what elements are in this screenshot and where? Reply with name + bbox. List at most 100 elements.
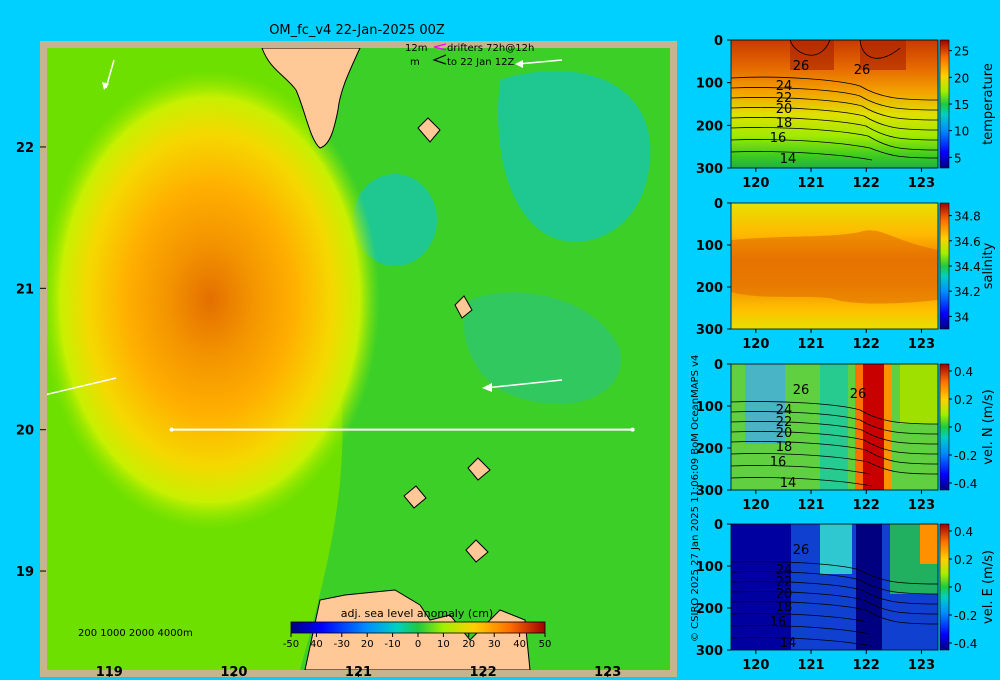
map-ytick-label: 19: [16, 565, 34, 580]
contour-label: 18: [776, 440, 793, 455]
transect-end-point: [630, 427, 635, 432]
panel-colorbar: [939, 363, 950, 491]
panel-ytick-label: 100: [696, 77, 723, 92]
panel-colorbar-label: 34: [954, 310, 969, 324]
vel-n-jet-edge-2: [884, 364, 892, 490]
contour-label: 18: [776, 116, 793, 131]
panel-colorbar-label: -0.2: [954, 609, 977, 623]
panel-xtick-label: 120: [742, 498, 769, 513]
section-panels: 26 26242220181614 26 26242220181614 2624…: [696, 34, 996, 673]
contour-label: 14: [780, 152, 797, 167]
panel-temperature: 26 26242220181614: [730, 39, 939, 168]
panel-ytick-label: 0: [714, 34, 723, 49]
colorbar-tick-label: 10: [437, 639, 450, 650]
panel-colorbar-label: 0.4: [954, 365, 973, 379]
panel-xtick-label: 121: [797, 337, 824, 352]
panel-ytick-label: 100: [696, 239, 723, 254]
panel-xtick-label: 120: [742, 176, 769, 191]
panel-colorbar-label: 15: [954, 98, 969, 112]
colorbar-tick-label: 50: [539, 639, 552, 650]
contour-label: 14: [780, 476, 797, 491]
colorbar-tick-label: 0: [415, 639, 421, 650]
panel-colorbar-label: 0.4: [954, 525, 973, 539]
panel-colorbar-label: 34.6: [954, 235, 981, 249]
panel-xtick-label: 121: [797, 658, 824, 673]
map-ytick-label: 22: [16, 141, 34, 156]
map-xtick-label: 120: [220, 665, 247, 680]
panel-colorbar-label: 20: [954, 71, 969, 85]
panel-quantity-label: vel. E (m/s): [981, 550, 996, 624]
panel-colorbar-label: 25: [954, 45, 969, 59]
map-title: OM_fc_v4 22-Jan-2025 00Z: [269, 23, 445, 38]
panel-ytick-label: 200: [696, 281, 723, 296]
panel-colorbar-label: 0: [954, 581, 962, 595]
map-panel: 12m drifters 72h@12h m to 22 Jan 12Z 20 0…: [16, 41, 677, 680]
panel-colorbar-label: -0.4: [954, 477, 977, 491]
contour-label: 26: [793, 383, 810, 398]
panel-colorbar-label: 34.2: [954, 285, 981, 299]
contour-label: 14: [780, 636, 797, 651]
panel-colorbar: [939, 39, 950, 169]
legend-depth-m: m: [410, 57, 420, 68]
contour-label: 26: [854, 63, 871, 78]
map-ytick-label: 21: [16, 282, 34, 297]
panel-ytick-label: 300: [696, 644, 723, 659]
legend-depth-12m: 12m: [405, 43, 427, 54]
contour-label: 16: [770, 455, 787, 470]
panel-colorbar-label: 34.8: [954, 210, 981, 224]
panel-ytick-label: 300: [696, 162, 723, 177]
vel-e-band-1: [820, 524, 852, 574]
transect-start-point: [169, 427, 174, 432]
panel-ytick-label: 0: [714, 197, 723, 212]
panel-vel-n: 26 26242220181614: [730, 364, 939, 491]
map-xtick-label: 123: [594, 665, 621, 680]
panel-colorbar-label: 5: [954, 151, 962, 165]
contour-label: 18: [776, 600, 793, 615]
colorbar-ramp: [290, 621, 546, 634]
colorbar-tick-label: -50: [283, 639, 299, 650]
vel-e-westward-jet: [856, 524, 882, 650]
panel-xtick-label: 121: [797, 176, 824, 191]
panel-salinity: [731, 203, 938, 329]
panel-colorbar-label: -0.4: [954, 637, 977, 651]
panel-colorbar: [939, 202, 950, 330]
contour-label: 16: [770, 615, 787, 630]
vel-e-eastward-edge: [920, 524, 938, 564]
vel-n-northward-jet: [862, 364, 884, 490]
legend-period-label: to 22 Jan 12Z: [447, 57, 514, 68]
panel-quantity-label: temperature: [981, 63, 996, 145]
panel-xtick-label: 122: [853, 658, 880, 673]
vel-n-east-field: [900, 364, 938, 424]
panel-colorbar-label: -0.2: [954, 449, 977, 463]
map-xtick-label: 119: [96, 665, 123, 680]
panel-colorbar-label: 0.2: [954, 393, 973, 407]
panel-ytick-label: 0: [714, 358, 723, 373]
panel-xtick-label: 120: [742, 337, 769, 352]
colorbar-tick-label: 30: [488, 639, 501, 650]
colorbar-label: adj. sea level anomaly (cm): [341, 607, 493, 620]
panel-xtick-label: 123: [908, 337, 935, 352]
panel-colorbar-label: 0.2: [954, 553, 973, 567]
panel-colorbar-label: 34.4: [954, 260, 981, 274]
legend-drifters-label: drifters 72h@12h: [447, 43, 534, 54]
panel-xtick-label: 123: [908, 498, 935, 513]
colorbar-tick-label: 20: [462, 639, 475, 650]
figure-canvas: OM_fc_v4 22-Jan-2025 00Z 12m drifters 72…: [16, 23, 996, 680]
panel-quantity-label: vel. N (m/s): [981, 389, 996, 464]
contour-label: 26: [793, 543, 810, 558]
panel-ytick-label: 0: [714, 518, 723, 533]
contour-label: 26: [850, 387, 867, 402]
vel-n-southward-2: [820, 364, 848, 490]
contour-label: 20: [776, 102, 793, 117]
panel-ytick-label: 300: [696, 323, 723, 338]
panel-xtick-label: 122: [853, 176, 880, 191]
contour-label: 20: [776, 426, 793, 441]
panel-xtick-label: 123: [908, 176, 935, 191]
vel-n-jet-edge-1: [855, 364, 863, 490]
panel-xtick-label: 122: [853, 337, 880, 352]
panel-vel-e: 26242220181614: [730, 524, 939, 651]
colorbar-tick-label: 40: [513, 639, 526, 650]
panel-colorbar-label: 10: [954, 125, 969, 139]
contour-label: 16: [770, 131, 787, 146]
colorbar-tick-label: -30: [334, 639, 350, 650]
